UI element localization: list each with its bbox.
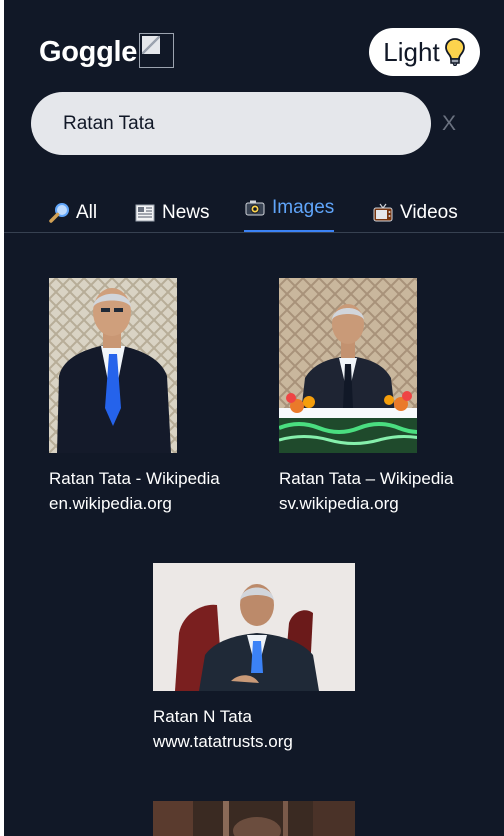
search-box (31, 92, 431, 155)
image-result-card[interactable] (153, 801, 355, 836)
tab-images[interactable]: Images (244, 185, 335, 232)
tab-bar: All News Images Videos (4, 185, 504, 233)
television-icon (373, 203, 393, 222)
result-thumbnail-image[interactable] (153, 563, 355, 691)
result-thumbnail-image[interactable] (153, 801, 355, 836)
clear-search-button[interactable]: X (442, 112, 456, 136)
search-input[interactable] (63, 112, 431, 135)
logo-broken-image-icon (139, 33, 175, 68)
result-title[interactable]: Ratan N Tata (153, 704, 355, 729)
lightbulb-icon (444, 38, 465, 66)
result-source: sv.wikipedia.org (279, 494, 399, 513)
image-result-card[interactable]: Ratan Tata - Wikipedia en.wikipedia.org (49, 278, 220, 516)
magnifier-icon (49, 203, 69, 223)
logo[interactable]: Goggle (39, 33, 175, 69)
tab-all[interactable]: All (48, 193, 97, 233)
tab-images-label: Images (272, 196, 335, 218)
tab-news-label: News (162, 202, 210, 223)
camera-icon (245, 200, 265, 215)
result-thumbnail-image[interactable] (49, 278, 177, 453)
app-container: Goggle Light X All (4, 0, 504, 836)
theme-toggle-label: Light (383, 36, 440, 67)
result-thumbnail-image[interactable] (279, 278, 417, 453)
logo-text: Goggle (39, 36, 138, 68)
result-source: www.tatatrusts.org (153, 732, 293, 751)
image-result-card[interactable]: Ratan Tata – Wikipedia sv.wikipedia.org (279, 278, 454, 516)
theme-toggle-button[interactable]: Light (369, 28, 480, 76)
tab-all-label: All (76, 202, 98, 223)
tab-videos[interactable]: Videos (372, 193, 458, 233)
tab-videos-label: Videos (400, 202, 458, 223)
image-result-card[interactable]: Ratan N Tata www.tatatrusts.org (153, 563, 355, 754)
result-title[interactable]: Ratan Tata - Wikipedia (49, 466, 220, 491)
result-title[interactable]: Ratan Tata – Wikipedia (279, 466, 454, 491)
newspaper-icon (135, 204, 155, 222)
tab-news[interactable]: News (134, 193, 210, 233)
result-source: en.wikipedia.org (49, 494, 172, 513)
